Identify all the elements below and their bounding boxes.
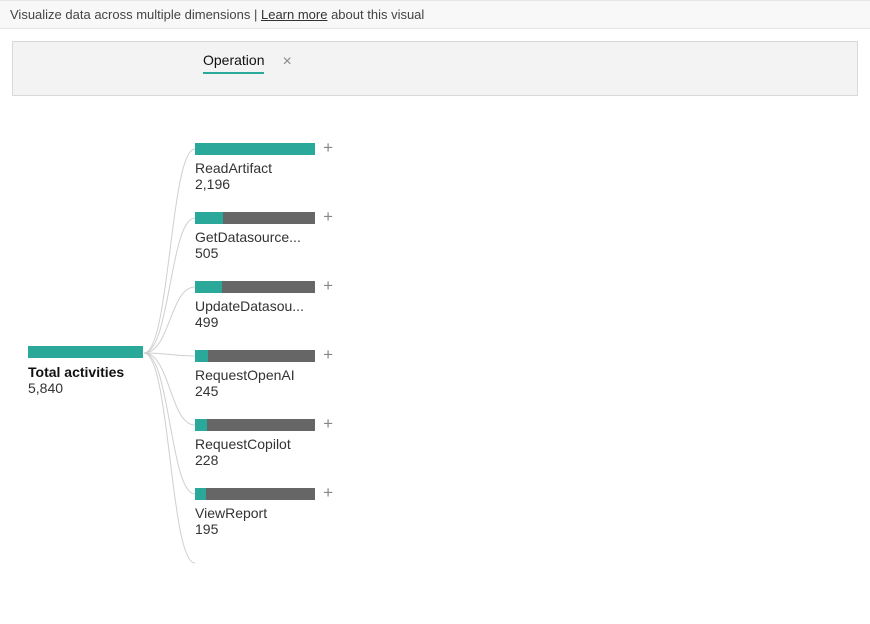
- child-bar-fill: [195, 350, 208, 362]
- close-icon[interactable]: ×: [282, 54, 291, 70]
- expand-icon[interactable]: +: [323, 208, 333, 225]
- child-value: 499: [195, 314, 335, 330]
- child-bar: +: [195, 281, 315, 293]
- filter-chip-label: Operation: [203, 52, 264, 74]
- child-label: GetDatasource...: [195, 229, 335, 245]
- child-node[interactable]: + RequestCopilot228: [195, 419, 335, 468]
- child-node[interactable]: + ReadArtifact2,196: [195, 143, 335, 192]
- expand-icon[interactable]: +: [323, 415, 333, 432]
- child-bar-fill: [195, 281, 222, 293]
- child-label: ViewReport: [195, 505, 335, 521]
- child-bar: +: [195, 212, 315, 224]
- child-value: 195: [195, 521, 335, 537]
- filter-chip[interactable]: Operation ×: [203, 52, 292, 74]
- root-title: Total activities: [28, 364, 143, 380]
- child-value: 228: [195, 452, 335, 468]
- root-value: 5,840: [28, 380, 143, 396]
- expand-icon[interactable]: +: [323, 139, 333, 156]
- child-node[interactable]: + UpdateDatasou...499: [195, 281, 335, 330]
- description-pre-text: Visualize data across multiple dimension…: [10, 7, 261, 22]
- expand-icon[interactable]: +: [323, 484, 333, 501]
- child-label: UpdateDatasou...: [195, 298, 335, 314]
- root-node[interactable]: Total activities 5,840: [28, 346, 143, 396]
- child-label: ReadArtifact: [195, 160, 335, 176]
- description-post-text: about this visual: [327, 7, 424, 22]
- child-value: 2,196: [195, 176, 335, 192]
- child-label: RequestCopilot: [195, 436, 335, 452]
- filter-bar: Operation ×: [12, 41, 858, 96]
- child-node[interactable]: + ViewReport195: [195, 488, 335, 537]
- expand-icon[interactable]: +: [323, 277, 333, 294]
- root-bar: [28, 346, 143, 358]
- child-bar-fill: [195, 143, 315, 155]
- child-node[interactable]: + GetDatasource...505: [195, 212, 335, 261]
- child-node[interactable]: + RequestOpenAI245: [195, 350, 335, 399]
- expand-icon[interactable]: +: [323, 346, 333, 363]
- child-bar: +: [195, 419, 315, 431]
- child-bar: +: [195, 143, 315, 155]
- child-bar: +: [195, 488, 315, 500]
- child-bar: +: [195, 350, 315, 362]
- child-label: RequestOpenAI: [195, 367, 335, 383]
- decomposition-tree: Total activities 5,840 + ReadArtifact2,19…: [0, 100, 870, 524]
- child-bar-fill: [195, 488, 206, 500]
- child-bar-fill: [195, 419, 207, 431]
- child-value: 245: [195, 383, 335, 399]
- description-bar: Visualize data across multiple dimension…: [0, 0, 870, 29]
- learn-more-link[interactable]: Learn more: [261, 7, 327, 22]
- child-value: 505: [195, 245, 335, 261]
- child-bar-fill: [195, 212, 223, 224]
